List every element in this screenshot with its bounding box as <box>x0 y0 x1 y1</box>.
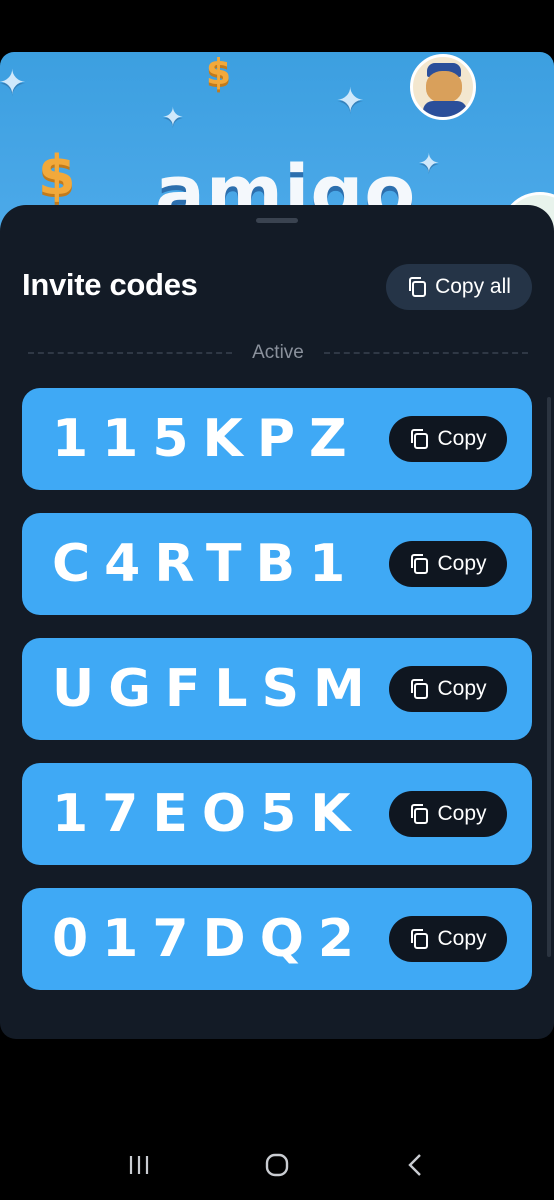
copy-label: Copy <box>437 552 487 575</box>
copy-code-button[interactable]: Copy <box>389 416 507 462</box>
system-navigation-bar <box>0 1130 554 1200</box>
recent-apps-icon[interactable] <box>119 1145 159 1185</box>
invite-code-card: 115KPZ Copy <box>22 388 532 490</box>
copy-label: Copy <box>437 427 487 450</box>
copy-all-label: Copy all <box>435 275 511 298</box>
dollar-coin-icon: $ <box>206 52 232 93</box>
sparkle-icon: ✦ <box>418 148 440 178</box>
copy-code-button[interactable]: Copy <box>389 666 507 712</box>
copy-icon <box>409 678 429 700</box>
invite-code-card: UGFLSM Copy <box>22 638 532 740</box>
sparkle-icon: ✦ <box>0 64 27 102</box>
invite-code: C4RTB1 <box>52 534 360 594</box>
copy-label: Copy <box>437 927 487 950</box>
copy-code-button[interactable]: Copy <box>389 916 507 962</box>
divider-line <box>28 352 233 354</box>
invite-code: 017DQ2 <box>52 909 369 969</box>
sparkle-icon: ✦ <box>162 102 184 132</box>
mascot-avatar <box>410 54 476 120</box>
invite-code-card: 017DQ2 Copy <box>22 888 532 990</box>
copy-code-button[interactable]: Copy <box>389 541 507 587</box>
copy-icon <box>407 276 427 298</box>
invite-code-list: 115KPZ Copy C4RTB1 Copy UGFLSM Copy 17EO… <box>22 388 532 1013</box>
copy-icon <box>409 928 429 950</box>
divider-line <box>323 352 528 354</box>
invite-code: 17EO5K <box>52 784 365 844</box>
invite-code: 115KPZ <box>52 409 361 469</box>
copy-all-button[interactable]: Copy all <box>386 264 532 310</box>
copy-icon <box>409 428 429 450</box>
section-label: Active <box>252 342 304 363</box>
copy-icon <box>409 553 429 575</box>
invite-code: UGFLSM <box>52 659 379 719</box>
invite-code-card: C4RTB1 Copy <box>22 513 532 615</box>
copy-code-button[interactable]: Copy <box>389 791 507 837</box>
back-icon[interactable] <box>395 1145 435 1185</box>
dollar-coin-icon: $ <box>38 144 76 207</box>
copy-label: Copy <box>437 677 487 700</box>
invite-code-card: 17EO5K Copy <box>22 763 532 865</box>
invite-codes-sheet: Invite codes Copy all Active 115KPZ Copy… <box>0 205 554 1039</box>
sparkle-icon: ✦ <box>336 82 365 120</box>
home-icon[interactable] <box>257 1145 297 1185</box>
scrollbar[interactable] <box>547 397 551 957</box>
sheet-drag-handle[interactable] <box>256 218 298 223</box>
section-divider-active: Active <box>28 342 528 364</box>
copy-label: Copy <box>437 802 487 825</box>
sheet-title: Invite codes <box>22 267 198 302</box>
copy-icon <box>409 803 429 825</box>
